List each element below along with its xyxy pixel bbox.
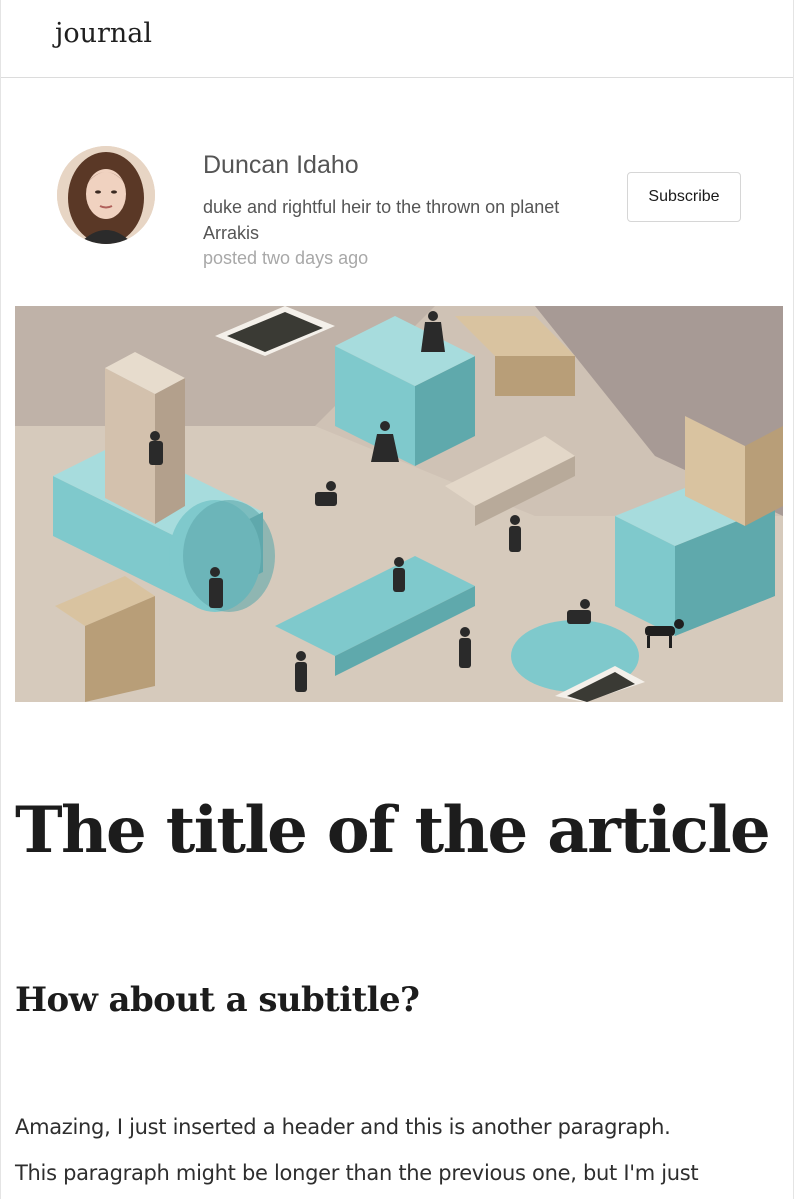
page: journal Duncan Idaho duke and rightful h…	[0, 0, 794, 1199]
brand-logo-link[interactable]: journal	[55, 20, 152, 47]
article-paragraph: Amazing, I just inserted a header and th…	[15, 1115, 671, 1139]
hero-image	[15, 306, 783, 702]
author-block: Duncan Idaho duke and rightful heir to t…	[1, 140, 793, 280]
article-subtitle: How about a subtitle?	[15, 980, 420, 1020]
subscribe-button[interactable]: Subscribe	[627, 172, 741, 222]
post-timestamp: posted two days ago	[203, 248, 369, 268]
author-name-link[interactable]: Duncan Idaho	[203, 151, 359, 180]
avatar-portrait-icon	[57, 146, 155, 244]
article-paragraph: This paragraph might be longer than the …	[15, 1161, 699, 1185]
author-bio: duke and rightful heir to the thrown on …	[203, 197, 560, 243]
hero-illustration	[15, 306, 783, 702]
author-avatar[interactable]	[57, 146, 155, 244]
top-bar: journal	[1, 0, 793, 78]
article-title: The title of the article	[15, 793, 771, 868]
